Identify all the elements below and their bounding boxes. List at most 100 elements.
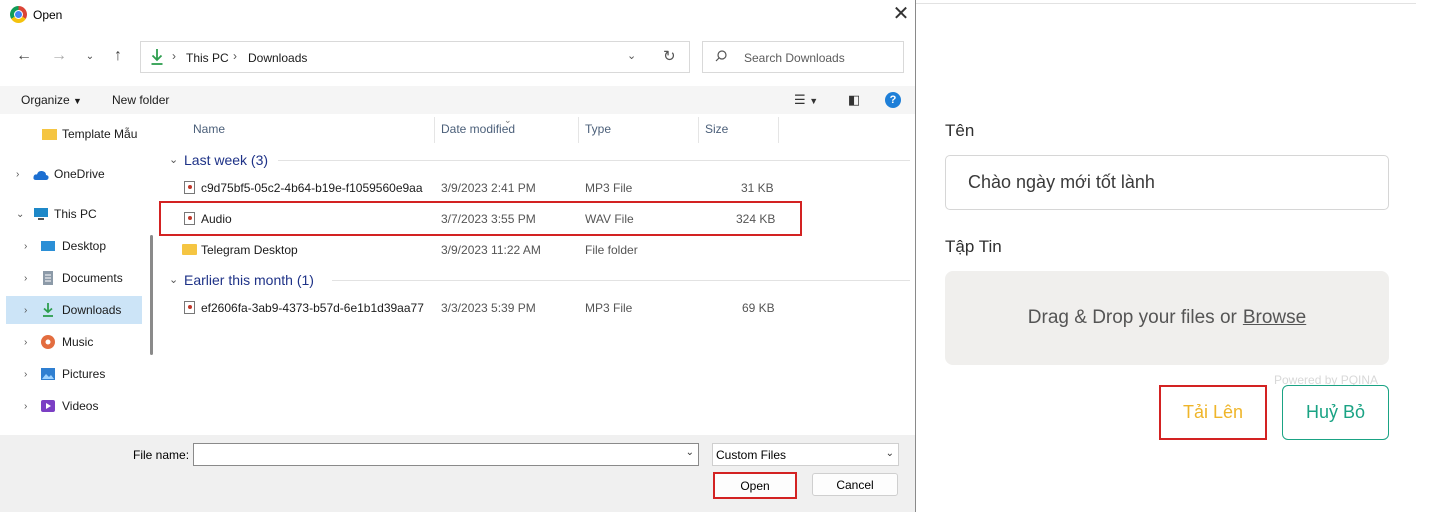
pictures-icon [41,368,55,380]
close-icon[interactable]: ✕ [889,3,913,27]
forward-arrow-icon[interactable]: → [49,47,69,65]
download-icon [151,49,163,65]
name-input-value: Chào ngày mới tốt lành [968,172,1155,192]
address-separator-icon: › [172,49,176,63]
documents-icon [43,271,53,285]
navigation-pane: Template Mẫu › OneDrive ⌄ This PC › Desk… [0,117,158,435]
column-separator [578,117,579,143]
refresh-icon[interactable]: ↻ [663,47,676,65]
browse-link[interactable]: Browse [1243,307,1306,329]
nav-item-label: Documents [62,271,123,285]
address-segment-this-pc[interactable]: This PC [186,51,229,65]
file-row[interactable]: c9d75bf5-05c2-4b64-b19e-f1059560e9aa 3/9… [174,175,914,201]
cancel-upload-button[interactable]: Huỷ Bỏ [1282,385,1389,440]
dialog-titlebar: Open ✕ [0,0,915,30]
chevron-down-icon[interactable]: ⌄ [686,447,694,458]
file-row[interactable]: ef2606fa-3ab9-4373-b57d-6e1b1d39aa77 3/3… [174,295,914,321]
group-header-last-week[interactable]: Last week (3) [184,152,268,168]
nav-item-template-mau[interactable]: Template Mẫu [6,120,142,148]
name-label: Tên [945,121,975,140]
dialog-toolbar: Organize ▼ New folder ☰ ▼ ◧ ? [0,86,915,114]
address-history-chevron-icon[interactable]: ⌄ [627,49,636,62]
nav-item-label: Pictures [62,367,106,381]
music-icon [41,335,55,349]
search-placeholder: Search Downloads [744,51,845,65]
address-separator-icon: › [233,49,237,63]
file-name: Telegram Desktop [201,243,298,257]
page-top-divider [916,3,1416,4]
name-input[interactable]: Chào ngày mới tốt lành [945,155,1389,210]
navigation-bar: ← → ⌄ ↑ › This PC › Downloads ⌄ ↻ Search… [0,38,915,78]
column-header-date-modified[interactable]: Date modified [441,122,515,136]
chevron-right-icon[interactable]: › [16,169,19,180]
download-icon [43,303,53,317]
chevron-right-icon[interactable]: › [24,273,27,284]
recent-locations-chevron-icon[interactable]: ⌄ [80,51,100,62]
file-date: 3/9/2023 2:41 PM [441,181,536,195]
audio-file-icon [184,301,195,314]
upload-button[interactable]: Tải Lên [1159,385,1267,440]
chevron-right-icon[interactable]: › [24,369,27,380]
nav-item-documents[interactable]: › Documents [6,264,142,292]
nav-item-videos[interactable]: › Videos [6,392,142,420]
file-type: File folder [585,243,638,257]
chevron-right-icon[interactable]: › [24,241,27,252]
cancel-button[interactable]: Cancel [812,473,898,496]
group-header-earlier-this-month[interactable]: Earlier this month (1) [184,272,314,288]
file-dropzone[interactable]: Drag & Drop your files or Browse [945,271,1389,365]
nav-item-music[interactable]: › Music [6,328,142,356]
chevron-right-icon[interactable]: › [24,337,27,348]
file-date: 3/9/2023 11:22 AM [441,243,541,257]
caret-down-icon: ▼ [73,96,82,106]
column-header-type[interactable]: Type [585,122,611,136]
cloud-icon [33,170,49,180]
nav-item-downloads[interactable]: › Downloads [6,296,142,324]
audio-file-icon [184,181,195,194]
open-button[interactable]: Open [713,472,797,499]
file-row[interactable]: Telegram Desktop 3/9/2023 11:22 AM File … [174,237,914,263]
up-arrow-icon[interactable]: ↑ [108,47,128,65]
videos-icon [41,400,55,412]
organize-menu[interactable]: Organize ▼ [21,93,82,107]
file-name-input[interactable]: ⌄ [193,443,699,466]
nav-item-desktop[interactable]: › Desktop [6,232,142,260]
group-divider [278,160,910,161]
nav-item-label: Desktop [62,239,107,253]
nav-item-label: Videos [62,399,99,413]
file-size: 69 KB [742,301,775,315]
chevron-right-icon[interactable]: › [24,401,27,412]
file-name-label: File name: [133,448,190,462]
file-label: Tập Tin [945,237,1002,256]
open-file-dialog: Open ✕ ← → ⌄ ↑ › This PC › Downloads ⌄ ↻… [0,0,916,512]
nav-item-label: This PC [54,207,97,221]
help-icon[interactable]: ? [885,92,901,108]
view-options-icon[interactable]: ☰ ▼ [794,92,818,108]
column-header-name[interactable]: Name [193,122,225,136]
computer-icon [34,208,48,220]
nav-item-pictures[interactable]: › Pictures [6,360,142,388]
desktop-icon [41,241,55,251]
column-separator [778,117,779,143]
nav-item-this-pc[interactable]: ⌄ This PC [6,200,142,228]
nav-pane-scrollbar[interactable] [150,235,153,355]
column-separator [698,117,699,143]
file-size: 31 KB [741,181,774,195]
back-arrow-icon[interactable]: ← [14,47,34,65]
search-icon [715,50,727,62]
folder-icon [42,129,57,140]
search-box[interactable]: Search Downloads [702,41,904,73]
chevron-right-icon[interactable]: › [24,305,27,316]
address-bar[interactable]: › This PC › Downloads ⌄ ↻ [140,41,690,73]
group-collapse-chevron-icon[interactable]: ⌄ [169,153,178,166]
file-type-select[interactable]: Custom Files ⌄ [712,443,899,466]
nav-item-onedrive[interactable]: › OneDrive [6,160,142,188]
preview-pane-icon[interactable]: ◧ [848,92,860,108]
chevron-down-icon[interactable]: ⌄ [16,209,24,220]
column-header-size[interactable]: Size [705,122,728,136]
nav-item-label: Music [62,335,94,349]
address-segment-downloads[interactable]: Downloads [248,51,307,65]
file-name: c9d75bf5-05c2-4b64-b19e-f1059560e9aa [201,181,423,195]
new-folder-button[interactable]: New folder [112,93,169,107]
dialog-title: Open [33,8,63,22]
group-collapse-chevron-icon[interactable]: ⌄ [169,273,178,286]
